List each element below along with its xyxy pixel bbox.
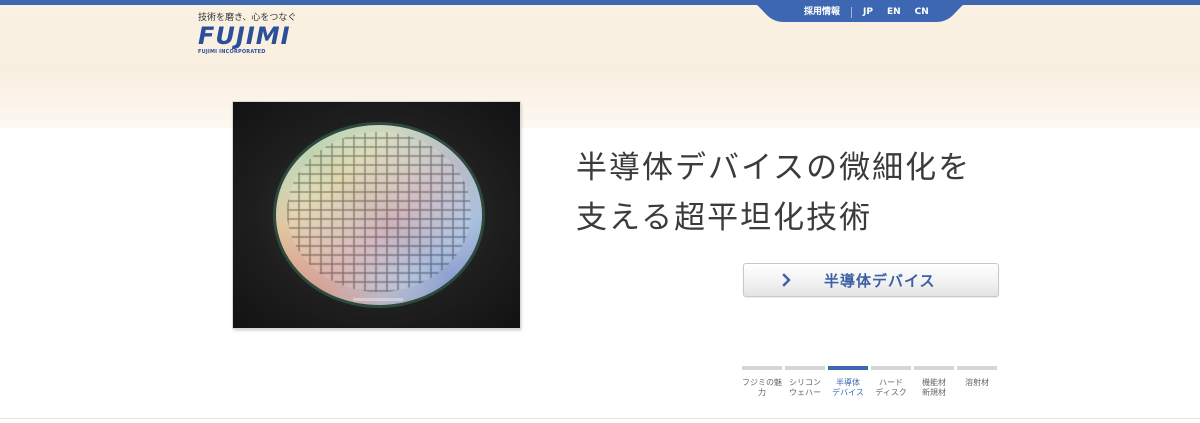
slide-tab-label: 溶射材: [965, 378, 989, 387]
slide-indicator-bar: [742, 366, 782, 370]
cta-label: 半導体デバイス: [824, 272, 936, 290]
slide-tab-fujimi-appeal[interactable]: フジミの魅力: [742, 366, 782, 406]
slide-indicator-bar: [871, 366, 911, 370]
util-link-jp[interactable]: JP: [856, 6, 880, 18]
slide-tab-hard-disk[interactable]: ハード ディスク: [871, 366, 911, 406]
slide-indicator-bar: [785, 366, 825, 370]
company-logo[interactable]: 技術を磨き、心をつなぐ FUJIMI FUJIMI INCORPORATED: [198, 10, 296, 56]
util-link-en[interactable]: EN: [880, 6, 908, 18]
utility-nav: 採用情報 JP EN CN: [797, 5, 936, 19]
hero-background: [0, 0, 1200, 128]
slide-tab-label: フジミの魅力: [742, 378, 782, 397]
top-accent-stripe: [0, 0, 1200, 5]
slide-tab-label: 半導体 デバイス: [832, 378, 864, 397]
headline-line-2: 支える超平坦化技術: [576, 200, 873, 236]
divider: [0, 418, 1200, 419]
slide-tab-label: 機能材 新規材: [922, 378, 946, 397]
slide-tab-label: シリコン ウェハー: [789, 378, 821, 397]
slide-tab-silicon-wafer[interactable]: シリコン ウェハー: [785, 366, 825, 406]
slide-tab-label: ハード ディスク: [875, 378, 907, 397]
slide-indicator-bar: [914, 366, 954, 370]
util-link-cn[interactable]: CN: [908, 6, 936, 18]
logo-wordmark: FUJIMI: [198, 22, 291, 50]
hero-headline: 半導体デバイスの微細化を 支える超平坦化技術: [576, 143, 1036, 243]
slide-tab-semiconductor-device[interactable]: 半導体 デバイス: [828, 366, 868, 406]
slide-indicator-bar: [828, 366, 868, 370]
divider: [851, 6, 853, 18]
headline-line-1: 半導体デバイスの微細化を: [576, 150, 972, 186]
slide-tab-functional-materials[interactable]: 機能材 新規材: [914, 366, 954, 406]
silicon-wafer-photo: [233, 102, 520, 328]
logo-corporation: FUJIMI INCORPORATED: [198, 49, 266, 55]
slide-indicator-bar: [957, 366, 997, 370]
semiconductor-device-button[interactable]: 半導体デバイス: [743, 263, 999, 297]
chevron-right-icon: [782, 273, 791, 287]
util-link-recruit[interactable]: 採用情報: [797, 6, 847, 18]
slide-indicator-nav: フジミの魅力 シリコン ウェハー 半導体 デバイス ハード ディスク 機能材 新…: [742, 366, 1000, 406]
slide-tab-thermal-spray[interactable]: 溶射材: [957, 366, 997, 406]
